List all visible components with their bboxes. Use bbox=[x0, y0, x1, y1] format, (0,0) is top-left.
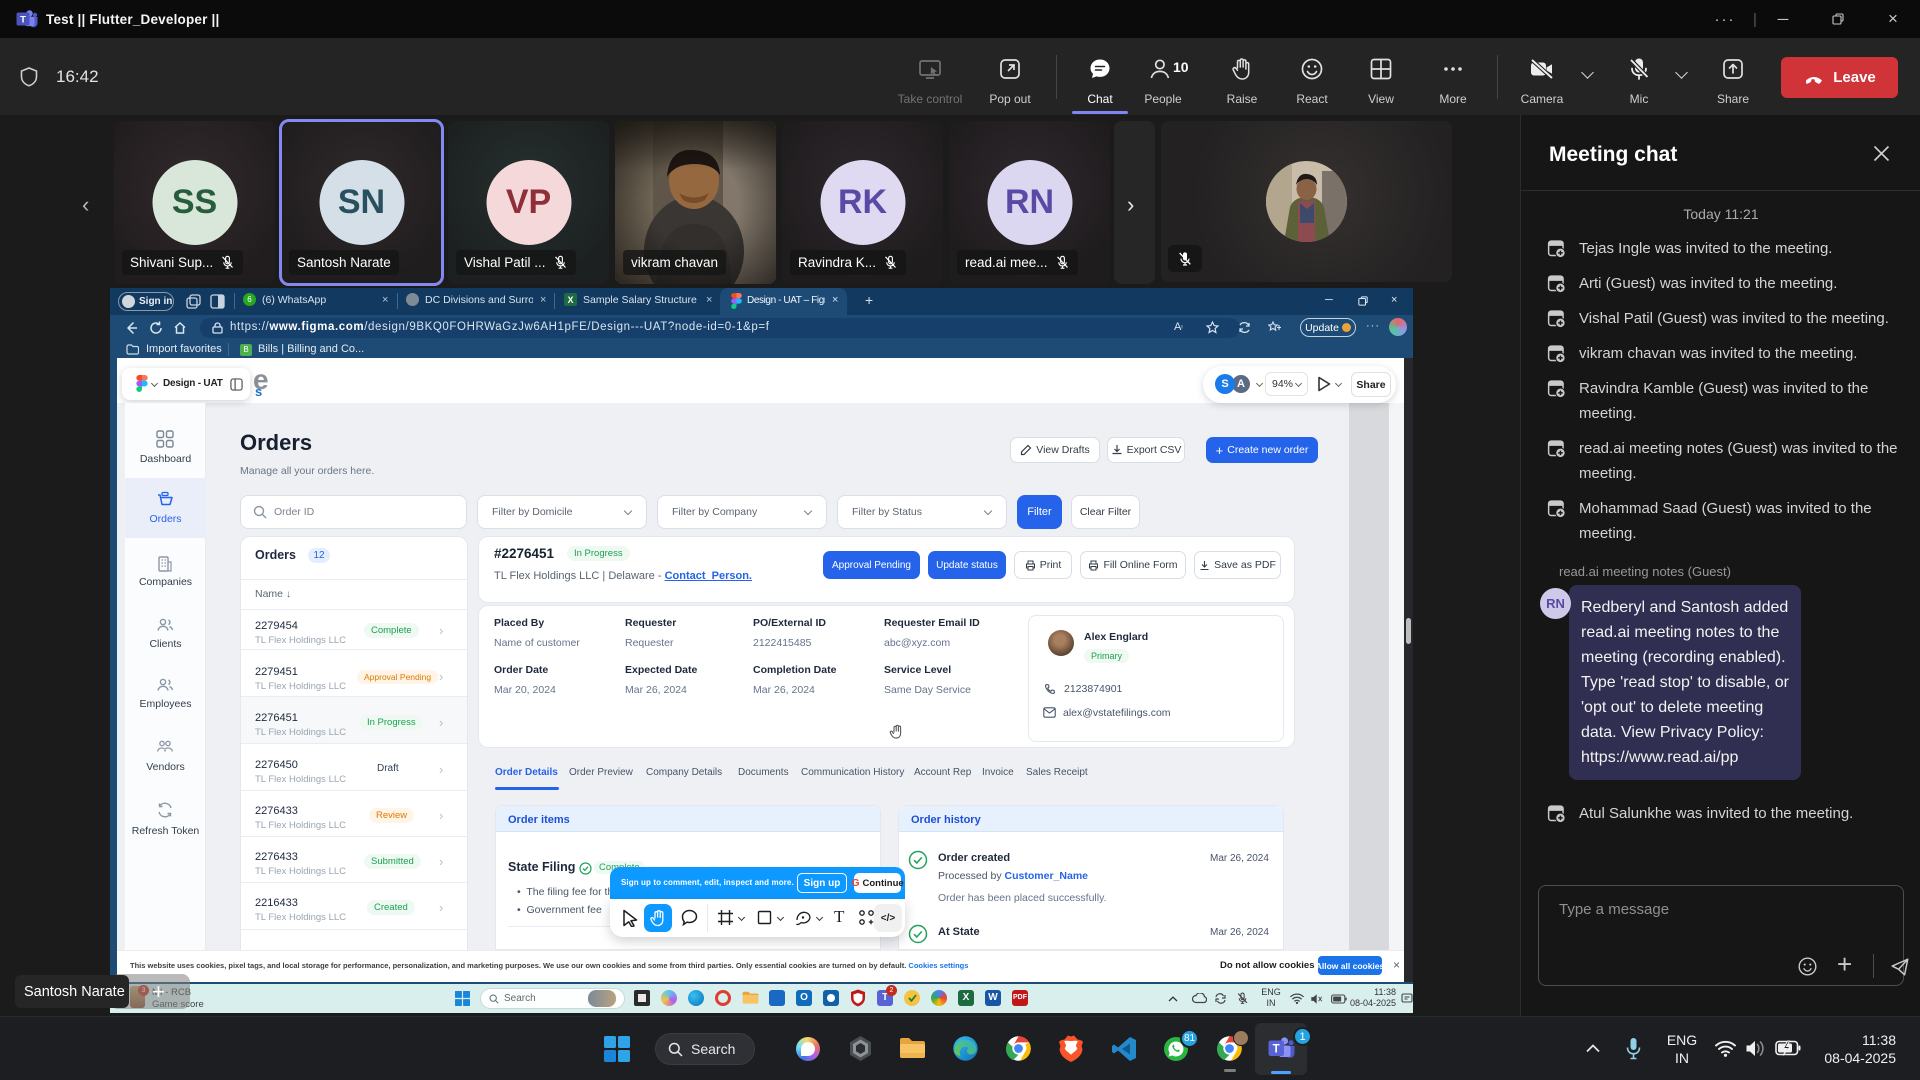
svg-text:T: T bbox=[20, 15, 26, 26]
svg-text:T: T bbox=[1273, 1044, 1280, 1056]
